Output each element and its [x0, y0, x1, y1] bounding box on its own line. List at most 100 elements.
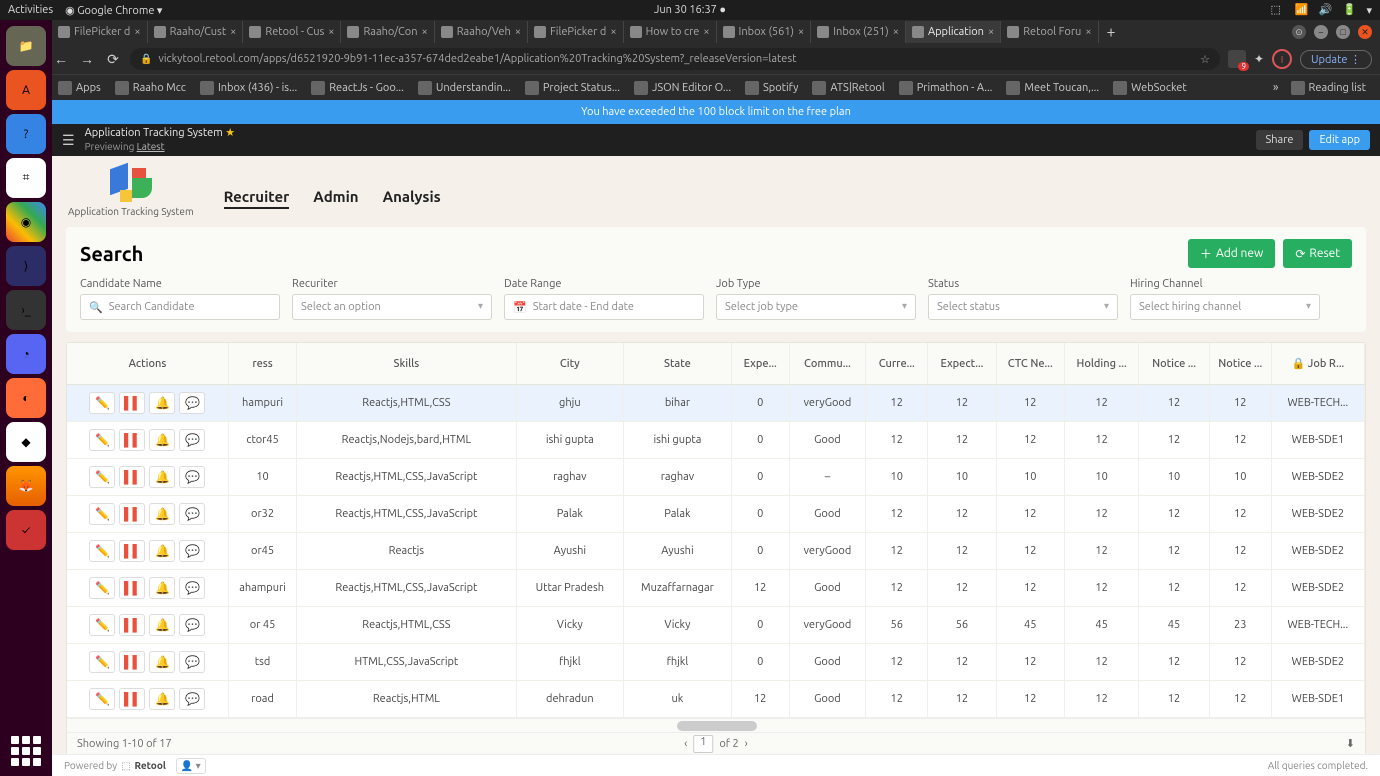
dock-firefox[interactable]: 🦊 — [6, 466, 46, 506]
tab-analysis[interactable]: Analysis — [383, 188, 441, 209]
extensions-icon[interactable]: ✦ — [1254, 52, 1264, 66]
comment-icon[interactable]: 💬 — [179, 392, 205, 414]
browser-tab[interactable]: Application× — [906, 21, 1001, 43]
active-app[interactable]: ◉ Google Chrome ▾ — [65, 4, 162, 17]
extension-icon[interactable]: 9 — [1228, 50, 1246, 68]
notify-icon[interactable]: 🔔 — [149, 651, 175, 673]
column-header[interactable]: Skills — [297, 343, 516, 385]
profile-avatar[interactable]: I — [1272, 49, 1292, 69]
activities-button[interactable]: Activities — [8, 4, 53, 16]
table-row[interactable]: ✏️▌▌🔔💬roadReactjs,HTMLdehradunuk12Good12… — [67, 681, 1365, 718]
close-tab-icon[interactable]: × — [798, 26, 804, 38]
dock-terminal[interactable]: ›_ — [6, 290, 46, 330]
edit-icon[interactable]: ✏️ — [89, 429, 115, 451]
volume-icon[interactable]: 🔊 — [1318, 3, 1332, 17]
browser-tab[interactable]: Retool - Cus× — [243, 21, 341, 43]
favorite-star-icon[interactable]: ★ — [225, 127, 235, 139]
edit-icon[interactable]: ✏️ — [89, 466, 115, 488]
close-tab-icon[interactable]: × — [230, 26, 236, 38]
table-row[interactable]: ✏️▌▌🔔💬or 45Reactjs,HTML,CSSVickyVicky0ve… — [67, 607, 1365, 644]
forward-button[interactable]: → — [78, 51, 96, 67]
notify-icon[interactable]: 🔔 — [149, 688, 175, 710]
show-apps-button[interactable] — [11, 736, 41, 766]
delete-icon[interactable]: ▌▌ — [119, 392, 145, 414]
column-header[interactable]: Notice ... — [1209, 343, 1271, 385]
address-bar[interactable]: 🔒 vickytool.retool.com/apps/d6521920-9b9… — [130, 48, 1220, 70]
reload-button[interactable]: ⟳ — [104, 51, 122, 68]
bookmark-item[interactable]: WebSocket — [1107, 79, 1193, 97]
back-button[interactable]: ← — [52, 51, 70, 67]
close-tab-icon[interactable]: × — [1085, 26, 1091, 38]
delete-icon[interactable]: ▌▌ — [119, 577, 145, 599]
tray-icon[interactable]: ⬚ — [1270, 3, 1284, 17]
close-tab-icon[interactable]: × — [134, 26, 140, 38]
star-icon[interactable]: ☆ — [1200, 53, 1210, 66]
table-row[interactable]: ✏️▌▌🔔💬or45ReactjsAyushiAyushi0veryGood12… — [67, 533, 1365, 570]
column-header[interactable]: Curre... — [866, 343, 928, 385]
comment-icon[interactable]: 💬 — [179, 503, 205, 525]
add-new-button[interactable]: ＋Add new — [1188, 239, 1275, 268]
table-row[interactable]: ✏️▌▌🔔💬ahampuriReactjs,HTML,CSS,JavaScrip… — [67, 570, 1365, 607]
dock-chrome[interactable]: ◉ — [6, 202, 46, 242]
maximize-button[interactable]: □ — [1336, 25, 1350, 39]
comment-icon[interactable]: 💬 — [179, 466, 205, 488]
battery-icon[interactable]: 🔋 — [1342, 3, 1356, 17]
bookmark-item[interactable]: Raaho Mcc — [109, 79, 192, 97]
version-link[interactable]: Latest — [137, 141, 165, 152]
table-row[interactable]: ✏️▌▌🔔💬ctor45Reactjs,Nodejs,bard,HTMLishi… — [67, 422, 1365, 459]
delete-icon[interactable]: ▌▌ — [119, 429, 145, 451]
edit-icon[interactable]: ✏️ — [89, 614, 115, 636]
close-tab-icon[interactable]: × — [610, 26, 616, 38]
date-range-input[interactable]: 📅 Start date - End date — [504, 294, 704, 320]
notify-icon[interactable]: 🔔 — [149, 466, 175, 488]
delete-icon[interactable]: ▌▌ — [119, 540, 145, 562]
dock-files[interactable]: 📁 — [6, 26, 46, 66]
column-header[interactable]: Notice ... — [1139, 343, 1209, 385]
new-tab-button[interactable]: + — [1099, 23, 1124, 41]
comment-icon[interactable]: 💬 — [179, 429, 205, 451]
close-tab-icon[interactable]: × — [893, 26, 899, 38]
user-chip[interactable]: 👤 ▾ — [176, 758, 206, 774]
menu-icon[interactable]: ☰ — [62, 132, 75, 149]
dock-vscode[interactable]: ⟩ — [6, 246, 46, 286]
browser-tab[interactable]: Raaho/Veh× — [435, 21, 528, 43]
dock-slack[interactable]: ⌗ — [6, 158, 46, 198]
column-header[interactable]: Holding ... — [1064, 343, 1138, 385]
bookmark-item[interactable]: ReactJs - Goo... — [305, 79, 410, 97]
notify-icon[interactable]: 🔔 — [149, 577, 175, 599]
bookmark-item[interactable]: Apps — [52, 79, 107, 97]
comment-icon[interactable]: 💬 — [179, 614, 205, 636]
bookmark-item[interactable]: Meet Toucan,... — [1000, 79, 1105, 97]
column-header[interactable]: Actions — [67, 343, 228, 385]
delete-icon[interactable]: ▌▌ — [119, 503, 145, 525]
bookmark-item[interactable]: Understandin... — [412, 79, 517, 97]
dock-todoist[interactable]: ✓ — [6, 510, 46, 550]
notify-icon[interactable]: 🔔 — [149, 540, 175, 562]
browser-tab[interactable]: Inbox (251)× — [811, 21, 906, 43]
prev-page-button[interactable]: ‹ — [684, 738, 687, 750]
reset-button[interactable]: ⟳Reset — [1283, 239, 1352, 268]
reading-list-button[interactable]: Reading list — [1285, 79, 1372, 97]
bookmarks-overflow[interactable]: » — [1267, 81, 1285, 94]
comment-icon[interactable]: 💬 — [179, 577, 205, 599]
next-page-button[interactable]: › — [745, 738, 748, 750]
delete-icon[interactable]: ▌▌ — [119, 614, 145, 636]
column-header[interactable]: ress — [228, 343, 296, 385]
hiring-channel-select[interactable]: Select hiring channel — [1130, 294, 1320, 320]
bookmark-item[interactable]: Spotify — [739, 79, 804, 97]
bookmark-item[interactable]: ATS|Retool — [806, 79, 890, 97]
edit-app-button[interactable]: Edit app — [1309, 130, 1370, 150]
edit-icon[interactable]: ✏️ — [89, 577, 115, 599]
candidate-name-input[interactable]: 🔍 Search Candidate — [80, 294, 280, 320]
bookmark-item[interactable]: Inbox (436) - is... — [194, 79, 303, 97]
settings-dot-icon[interactable]: ⊙ — [1292, 25, 1306, 39]
status-select[interactable]: Select status — [928, 294, 1118, 320]
table-row[interactable]: ✏️▌▌🔔💬hampuriReactjs,HTML,CSSghjubihar0v… — [67, 385, 1365, 422]
close-tab-icon[interactable]: × — [328, 26, 334, 38]
tab-recruiter[interactable]: Recruiter — [224, 188, 290, 209]
column-header[interactable]: Expect... — [928, 343, 996, 385]
comment-icon[interactable]: 💬 — [179, 540, 205, 562]
bookmark-item[interactable]: Project Status... — [519, 79, 626, 97]
bookmark-item[interactable]: JSON Editor O... — [628, 79, 737, 97]
table-row[interactable]: ✏️▌▌🔔💬or32Reactjs,HTML,CSS,JavaScriptPal… — [67, 496, 1365, 533]
